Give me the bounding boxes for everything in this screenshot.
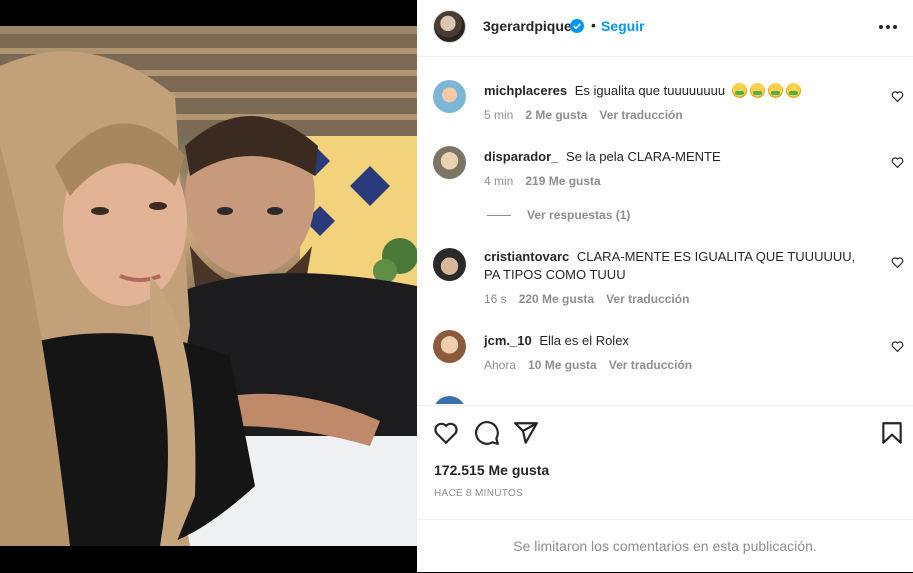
view-replies-button[interactable]: Ver respuestas (1) bbox=[487, 208, 630, 222]
header-separator: • bbox=[591, 17, 596, 33]
post-header: 3gerardpique • Seguir bbox=[417, 0, 913, 57]
comment-icon[interactable] bbox=[474, 420, 500, 446]
heart-icon[interactable] bbox=[891, 340, 904, 353]
commenter-username[interactable]: disparador_ bbox=[484, 149, 558, 164]
comment-text: jcm._10 Ella es el Rolex bbox=[484, 332, 874, 350]
translate-link[interactable]: Ver traducción bbox=[599, 108, 682, 122]
heart-icon[interactable] bbox=[891, 256, 904, 269]
commenter-avatar[interactable] bbox=[433, 396, 466, 404]
post-timestamp: HACE 8 MINUTOS bbox=[434, 488, 524, 499]
nauseated-emoji-icon bbox=[749, 83, 765, 98]
commenter-avatar[interactable] bbox=[433, 146, 466, 179]
author-avatar[interactable] bbox=[433, 10, 466, 43]
comment-meta: 5 min 2 Me gusta Ver traducción bbox=[484, 108, 683, 122]
comment-time: 5 min bbox=[484, 108, 514, 122]
comment-meta: 4 min 219 Me gusta bbox=[484, 174, 601, 188]
share-icon[interactable] bbox=[513, 420, 539, 446]
verified-badge-icon bbox=[570, 19, 584, 33]
comments-list[interactable]: michplaceres Es igualita que tuuuuuuuu 5… bbox=[417, 58, 913, 404]
more-options-icon[interactable] bbox=[877, 18, 899, 36]
comments-limited-notice: Se limitaron los comentarios en esta pub… bbox=[417, 519, 913, 572]
commenter-username[interactable]: jcm._10 bbox=[484, 333, 532, 348]
commenter-username[interactable]: michplaceres bbox=[484, 83, 567, 98]
post-media-area bbox=[0, 0, 417, 572]
comment-meta: Ahora 10 Me gusta Ver traducción bbox=[484, 358, 692, 372]
comment-likes[interactable]: 219 Me gusta bbox=[525, 174, 600, 188]
comment-text: cristiantovarc CLARA-MENTE ES IGUALITA Q… bbox=[484, 248, 874, 284]
commenter-avatar[interactable] bbox=[433, 330, 466, 363]
nauseated-emoji-icon bbox=[731, 83, 747, 98]
comment-time: 4 min bbox=[484, 174, 514, 188]
heart-icon[interactable] bbox=[891, 156, 904, 169]
translate-link[interactable]: Ver traducción bbox=[609, 358, 692, 372]
nauseated-emoji-icon bbox=[767, 83, 783, 98]
comment-body: Ella es el Rolex bbox=[539, 333, 629, 348]
post-detail-panel: 3gerardpique • Seguir michplaceres Es ig… bbox=[417, 0, 913, 572]
comment-time: 16 s bbox=[484, 292, 507, 306]
comment-likes[interactable]: 2 Me gusta bbox=[525, 108, 587, 122]
follow-button[interactable]: Seguir bbox=[601, 18, 645, 34]
translate-link[interactable]: Ver traducción bbox=[606, 292, 689, 306]
comment-likes[interactable]: 10 Me gusta bbox=[528, 358, 597, 372]
selfie-illustration bbox=[0, 26, 417, 546]
commenter-avatar[interactable] bbox=[433, 80, 466, 113]
comment-meta: 16 s 220 Me gusta Ver traducción bbox=[484, 292, 689, 306]
heart-icon[interactable] bbox=[891, 90, 904, 103]
comment-body: Se la pela CLARA-MENTE bbox=[566, 149, 721, 164]
commenter-username[interactable]: cristiantovarc bbox=[484, 249, 569, 264]
comment-body: Es igualita que tuuuuuuuu bbox=[574, 83, 726, 98]
nauseated-emoji-icon bbox=[785, 83, 801, 98]
replies-divider bbox=[487, 214, 511, 216]
heart-icon[interactable] bbox=[433, 420, 459, 446]
author-username[interactable]: 3gerardpique bbox=[483, 18, 572, 34]
post-photo[interactable] bbox=[0, 26, 417, 546]
comment-time: Ahora bbox=[484, 358, 517, 372]
comment-likes[interactable]: 220 Me gusta bbox=[519, 292, 594, 306]
likes-count[interactable]: 172.515 Me gusta bbox=[434, 462, 549, 478]
comment-text: michplaceres Es igualita que tuuuuuuuu bbox=[484, 82, 874, 100]
post-actions: 172.515 Me gusta HACE 8 MINUTOS bbox=[417, 405, 913, 519]
comment-text: disparador_ Se la pela CLARA-MENTE bbox=[484, 148, 874, 166]
view-replies-label: Ver respuestas (1) bbox=[527, 208, 631, 222]
bookmark-icon[interactable] bbox=[879, 420, 905, 446]
commenter-avatar[interactable] bbox=[433, 248, 466, 281]
